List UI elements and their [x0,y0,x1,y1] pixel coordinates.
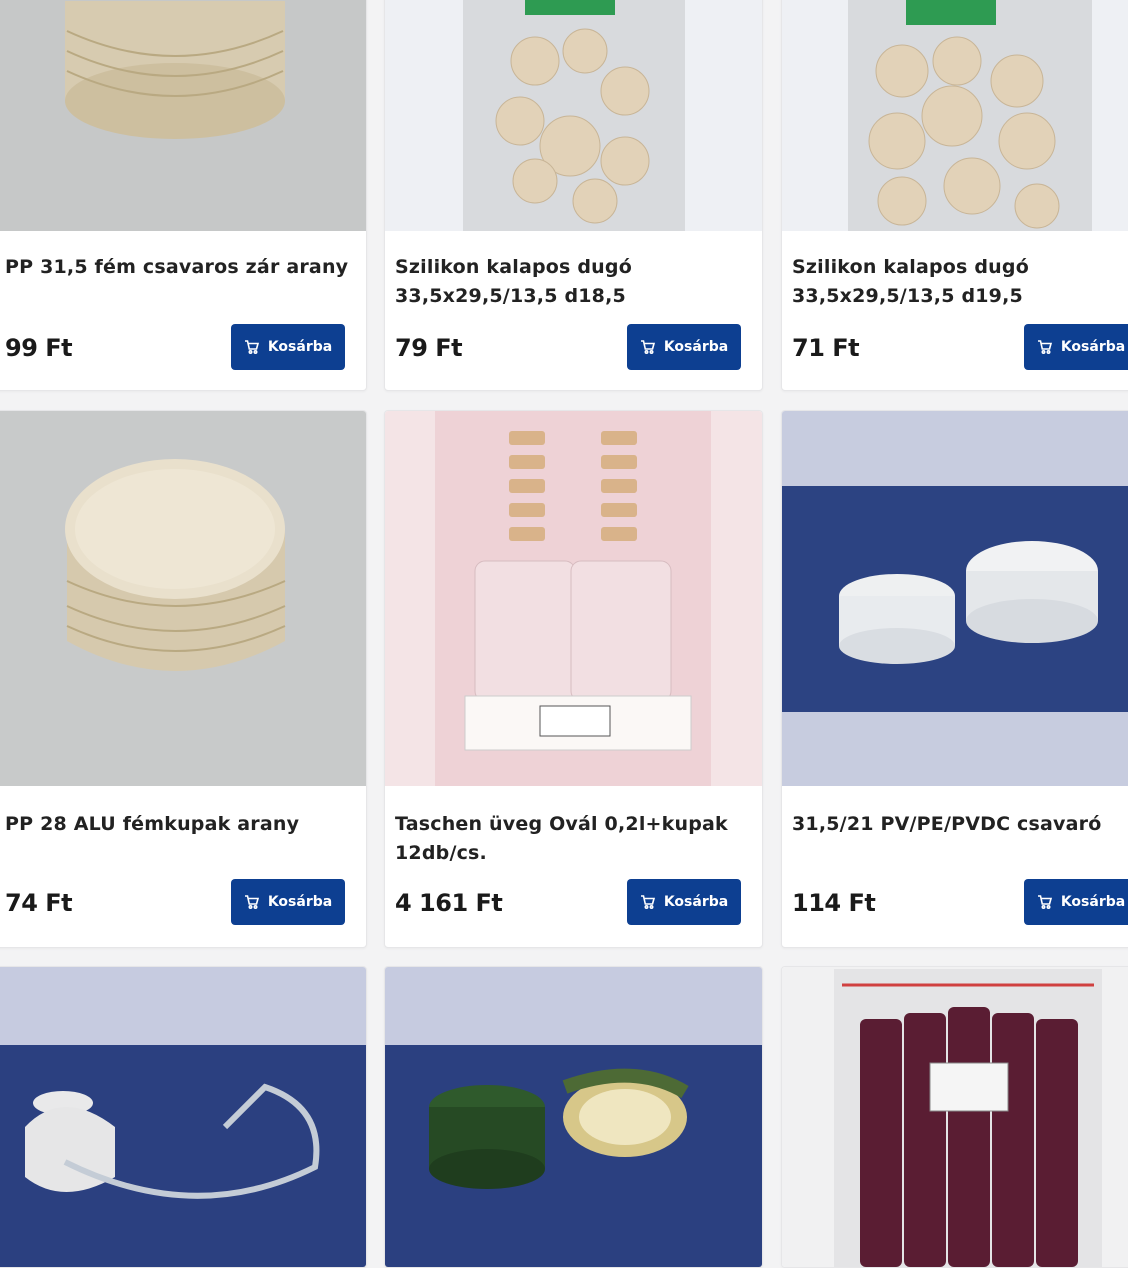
add-to-cart-button[interactable]: Kosárba [1024,879,1128,925]
product-price: 74 Ft [5,889,73,917]
add-to-cart-label: Kosárba [663,894,729,910]
product-name[interactable]: Szilikon kalapos dugó 33,5x29,5/13,5 d18… [395,253,754,311]
product-name[interactable]: Szilikon kalapos dugó 33,5x29,5/13,5 d19… [792,253,1128,311]
add-to-cart-button[interactable]: Kosárba [1024,324,1128,370]
cart-icon [1037,340,1052,355]
add-to-cart-button[interactable]: Kosárba [231,879,345,925]
product-card[interactable]: 31,5/21 PV/PE/PVDC csavaró 114 Ft Kosárb… [781,410,1128,948]
product-price: 71 Ft [792,334,860,362]
product-price: 79 Ft [395,334,463,362]
product-card[interactable]: Taschen üveg Ovál 0,2l+kupak 12db/cs. 4 … [384,410,763,948]
product-card[interactable]: Szilikon kalapos dugó 33,5x29,5/13,5 d19… [781,0,1128,391]
product-image[interactable] [385,0,762,231]
add-to-cart-button[interactable]: Kosárba [627,324,741,370]
product-name[interactable]: PP 31,5 fém csavaros zár arany [5,253,358,282]
product-card[interactable] [0,966,367,1268]
product-price: 4 161 Ft [395,889,503,917]
product-card[interactable]: PP 31,5 fém csavaros zár arany 99 Ft Kos… [0,0,367,391]
cart-icon [640,340,655,355]
product-name[interactable]: Taschen üveg Ovál 0,2l+kupak 12db/cs. [395,810,754,868]
product-image[interactable] [385,411,762,786]
product-image[interactable] [0,0,366,231]
product-card[interactable]: Szilikon kalapos dugó 33,5x29,5/13,5 d18… [384,0,763,391]
product-image[interactable] [0,411,366,786]
product-name[interactable]: PP 28 ALU fémkupak arany [5,810,358,839]
product-name[interactable]: 31,5/21 PV/PE/PVDC csavaró [792,810,1128,839]
add-to-cart-button[interactable]: Kosárba [231,324,345,370]
add-to-cart-label: Kosárba [267,894,333,910]
product-card[interactable] [384,966,763,1268]
product-image[interactable] [782,411,1128,786]
product-card[interactable] [781,966,1128,1268]
add-to-cart-label: Kosárba [1060,339,1126,355]
product-image[interactable] [782,967,1128,1267]
add-to-cart-button[interactable]: Kosárba [627,879,741,925]
add-to-cart-label: Kosárba [663,339,729,355]
cart-icon [640,895,655,910]
product-image[interactable] [385,967,762,1267]
product-price: 114 Ft [792,889,876,917]
cart-icon [244,340,259,355]
add-to-cart-label: Kosárba [267,339,333,355]
product-price: 99 Ft [5,334,73,362]
add-to-cart-label: Kosárba [1060,894,1126,910]
product-card[interactable]: PP 28 ALU fémkupak arany 74 Ft Kosárba [0,410,367,948]
product-image[interactable] [0,967,366,1267]
cart-icon [244,895,259,910]
product-image[interactable] [782,0,1128,231]
cart-icon [1037,895,1052,910]
